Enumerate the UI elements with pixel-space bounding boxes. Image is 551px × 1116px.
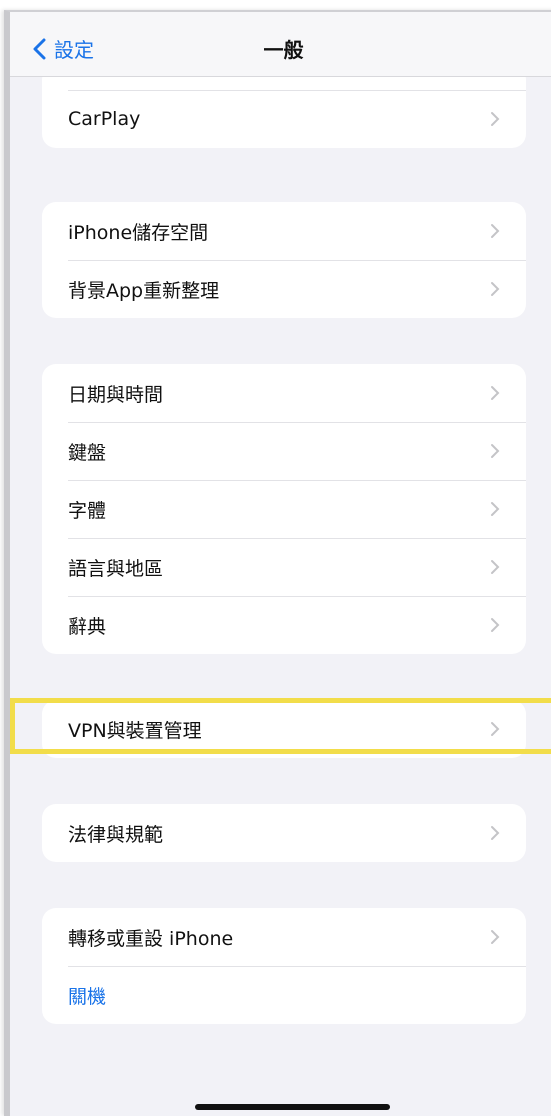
chevron-right-icon <box>491 618 500 632</box>
chevron-right-icon <box>491 444 500 458</box>
list-item-label: 日期與時間 <box>68 383 164 406</box>
list-item-keyboard[interactable]: 鍵盤 <box>42 422 526 480</box>
navigation-bar: 設定 一般 <box>10 12 551 77</box>
chevron-right-icon <box>491 282 500 296</box>
list-item-label: 轉移或重設 iPhone <box>68 927 234 950</box>
shutdown-label: 關機 <box>68 985 107 1008</box>
settings-group-legal: 法律與規範 <box>42 804 526 862</box>
list-item-language-region[interactable]: 語言與地區 <box>42 538 526 596</box>
list-item-legal[interactable]: 法律與規範 <box>42 804 526 862</box>
list-item-label: VPN與裝置管理 <box>68 719 202 742</box>
chevron-right-icon <box>491 722 500 736</box>
settings-group-carplay: CarPlay <box>42 66 526 148</box>
list-item-fonts[interactable]: 字體 <box>42 480 526 538</box>
settings-group-storage: iPhone儲存空間 背景App重新整理 <box>42 202 526 318</box>
settings-screen: 設定 一般 CarPlay iPhone儲存空間 背景App重新整理 日期與時間… <box>4 10 551 1116</box>
chevron-right-icon <box>491 224 500 238</box>
list-item-label: 語言與地區 <box>68 557 164 580</box>
list-item-vpn-device-management[interactable]: VPN與裝置管理 <box>42 700 526 758</box>
list-item-label: iPhone儲存空間 <box>68 221 209 244</box>
list-item-iphone-storage[interactable]: iPhone儲存空間 <box>42 202 526 260</box>
settings-group-reset: 轉移或重設 iPhone 關機 <box>42 908 526 1024</box>
chevron-right-icon <box>491 386 500 400</box>
chevron-right-icon <box>491 112 500 126</box>
shutdown-button[interactable]: 關機 <box>42 966 526 1024</box>
page-title: 一般 <box>263 38 304 62</box>
chevron-right-icon <box>491 502 500 516</box>
chevron-right-icon <box>491 826 500 840</box>
list-item-transfer-reset[interactable]: 轉移或重設 iPhone <box>42 908 526 966</box>
list-item-label: 辭典 <box>68 615 107 638</box>
chevron-right-icon <box>491 560 500 574</box>
home-indicator[interactable] <box>195 1104 390 1110</box>
settings-group-vpn: VPN與裝置管理 <box>42 700 526 758</box>
chevron-right-icon <box>491 930 500 944</box>
list-item-label: 背景App重新整理 <box>68 279 220 302</box>
list-item-dictionary[interactable]: 辭典 <box>42 596 526 654</box>
list-item-label: 字體 <box>68 499 107 522</box>
list-item-label: CarPlay <box>68 108 141 130</box>
list-item-label: 法律與規範 <box>68 823 164 846</box>
list-item-label: 鍵盤 <box>68 441 107 464</box>
settings-group-locale: 日期與時間 鍵盤 字體 語言與地區 辭典 <box>42 364 526 654</box>
list-item-carplay[interactable]: CarPlay <box>42 90 526 148</box>
list-item-background-refresh[interactable]: 背景App重新整理 <box>42 260 526 318</box>
list-item-date-time[interactable]: 日期與時間 <box>42 364 526 422</box>
